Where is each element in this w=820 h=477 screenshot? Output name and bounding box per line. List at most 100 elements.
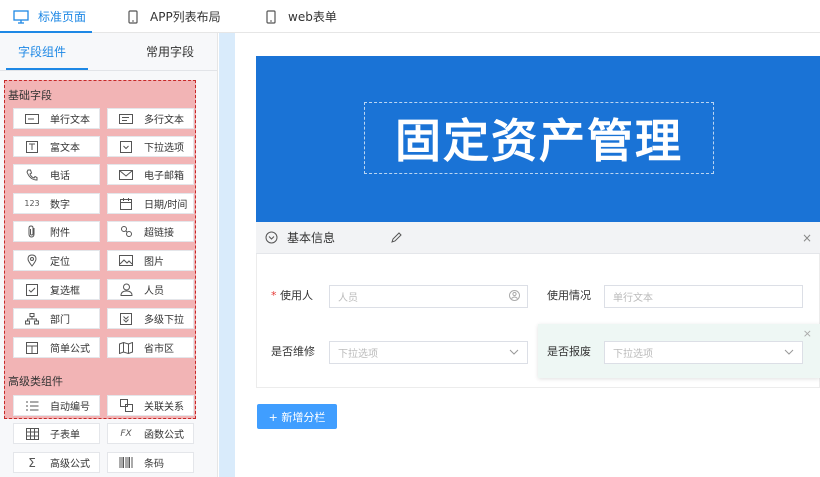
field-label: 多级下拉 <box>144 315 184 326</box>
fx-icon: FX <box>120 428 132 439</box>
tab-label: APP列表布局 <box>150 10 221 24</box>
field-attachment[interactable]: 附件 <box>13 221 100 242</box>
field-hyperlink[interactable]: 超链接 <box>107 221 194 242</box>
usage-input[interactable]: 单行文本 <box>604 285 803 308</box>
tab-app-list-layout[interactable]: APP列表布局 <box>124 0 221 33</box>
field-datetime[interactable]: 日期/时间 <box>107 193 194 214</box>
image-icon <box>118 255 134 266</box>
field-label: 单行文本 <box>50 115 90 126</box>
calendar-icon <box>118 197 134 210</box>
field-simple-formula[interactable]: 简单公式 <box>13 337 100 358</box>
tab-field-components[interactable]: 字段组件 <box>18 33 66 69</box>
phone-handset-icon <box>24 169 40 181</box>
close-icon[interactable]: × <box>802 231 812 245</box>
repair-dropdown[interactable]: 下拉选项 <box>329 341 528 364</box>
field-label: 高级公式 <box>50 459 90 470</box>
chevron-down-icon <box>509 347 519 358</box>
tab-standard-page[interactable]: 标准页面 <box>12 0 86 33</box>
multi-dropdown-icon <box>118 312 134 325</box>
dropdown-icon <box>118 140 134 153</box>
field-subform[interactable]: 子表单 <box>13 423 100 444</box>
org-chart-icon <box>24 312 40 325</box>
field-label: 超链接 <box>144 228 174 239</box>
multi-text-icon <box>118 113 134 124</box>
repair-label: 是否维修 <box>271 345 315 358</box>
banner-title-box[interactable]: 固定资产管理 <box>364 102 714 174</box>
field-label: 富文本 <box>50 143 80 154</box>
field-auto-number[interactable]: 自动编号 <box>13 395 100 416</box>
user-input[interactable]: 人员 <box>329 285 528 308</box>
field-label: 多行文本 <box>144 115 184 126</box>
link-icon <box>118 225 134 238</box>
field-person[interactable]: 人员 <box>107 279 194 300</box>
section-header[interactable]: 基本信息 × <box>256 222 820 254</box>
scrap-placeholder: 下拉选项 <box>613 349 653 360</box>
field-image[interactable]: 图片 <box>107 250 194 271</box>
envelope-icon <box>118 169 134 180</box>
numbered-list-icon <box>24 400 40 412</box>
rich-text-icon <box>24 140 40 153</box>
field-label: 数字 <box>50 200 70 211</box>
required-mark: * <box>271 289 277 302</box>
header-banner[interactable]: 固定资产管理 <box>256 56 820 222</box>
edit-icon[interactable] <box>391 232 403 244</box>
group-title-basic: 基础字段 <box>8 89 52 102</box>
field-label: 下拉选项 <box>144 143 184 154</box>
tab-web-form[interactable]: web表单 <box>262 0 337 33</box>
field-phone[interactable]: 电话 <box>13 164 100 185</box>
tab-label: web表单 <box>288 10 337 24</box>
field-label: 复选框 <box>50 286 80 297</box>
field-label: 日期/时间 <box>144 200 188 211</box>
field-dropdown[interactable]: 下拉选项 <box>107 136 194 157</box>
field-province-city[interactable]: 省市区 <box>107 337 194 358</box>
phone-icon <box>124 8 142 26</box>
user-label-text: 使用人 <box>280 289 313 302</box>
single-text-icon <box>24 113 40 124</box>
field-advanced-formula[interactable]: Σ 高级公式 <box>13 452 100 473</box>
field-label: 人员 <box>144 286 164 297</box>
phone-icon <box>262 8 280 26</box>
field-label: 简单公式 <box>50 344 90 355</box>
sigma-icon: Σ <box>28 455 36 470</box>
user-placeholder: 人员 <box>338 293 358 304</box>
tab-common-fields[interactable]: 常用字段 <box>146 33 194 69</box>
field-label: 条码 <box>144 459 164 470</box>
field-label: 图片 <box>144 257 164 268</box>
section-title: 基本信息 <box>287 231 336 245</box>
field-number[interactable]: 123 数字 <box>13 193 100 214</box>
collapse-icon[interactable] <box>264 231 278 245</box>
barcode-icon <box>118 457 134 468</box>
number-icon: 123 <box>24 199 40 208</box>
person-icon <box>118 283 134 296</box>
add-section-button[interactable]: + 新增分栏 <box>257 404 337 429</box>
field-relation[interactable]: 关联关系 <box>107 395 194 416</box>
field-label: 子表单 <box>50 430 80 441</box>
field-checkbox[interactable]: 复选框 <box>13 279 100 300</box>
group-title-advanced: 高级类组件 <box>8 375 63 388</box>
person-circle-icon <box>509 289 520 304</box>
top-bar: 标准页面 APP列表布局 web表单 <box>0 0 820 33</box>
field-label: 省市区 <box>144 344 174 355</box>
field-multi-text[interactable]: 多行文本 <box>107 108 194 129</box>
field-function-formula[interactable]: FX 函数公式 <box>107 423 194 444</box>
field-label: 附件 <box>50 228 70 239</box>
field-multi-dropdown[interactable]: 多级下拉 <box>107 308 194 329</box>
field-rich-text[interactable]: 富文本 <box>13 136 100 157</box>
field-email[interactable]: 电子邮箱 <box>107 164 194 185</box>
field-location[interactable]: 定位 <box>13 250 100 271</box>
user-label: * 使用人 <box>271 287 313 303</box>
left-tab-indicator <box>6 68 88 70</box>
field-label: 电子邮箱 <box>144 171 184 182</box>
tab-label: 标准页面 <box>38 10 87 24</box>
canvas-divider <box>219 33 235 477</box>
field-label: 函数公式 <box>144 430 184 441</box>
banner-title: 固定资产管理 <box>395 114 683 168</box>
repair-placeholder: 下拉选项 <box>338 349 378 360</box>
field-barcode[interactable]: 条码 <box>107 452 194 473</box>
map-icon <box>118 341 134 354</box>
scrap-label: 是否报废 <box>547 345 591 358</box>
field-department[interactable]: 部门 <box>13 308 100 329</box>
field-single-text[interactable]: 单行文本 <box>13 108 100 129</box>
close-icon[interactable]: × <box>803 327 812 340</box>
scrap-dropdown[interactable]: 下拉选项 <box>604 341 803 364</box>
